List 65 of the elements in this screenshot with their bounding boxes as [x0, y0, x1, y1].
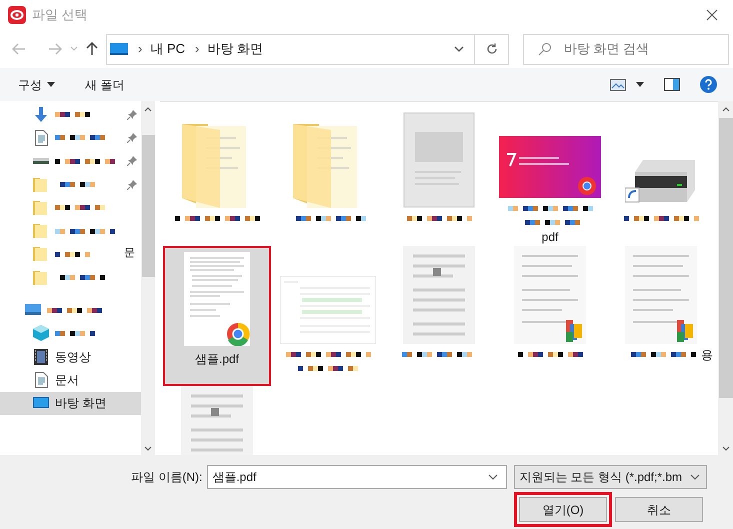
- sidebar-label: 바탕 화면: [55, 395, 106, 412]
- sidebar-label: 문서: [55, 372, 79, 389]
- breadcrumb[interactable]: 바탕 화면: [207, 39, 263, 59]
- sidebar-item[interactable]: 문서: [0, 368, 141, 392]
- cube-icon: [33, 325, 49, 342]
- app-logo-icon: [8, 6, 26, 24]
- folder-icon: [33, 200, 49, 216]
- file-item[interactable]: pdf: [496, 110, 604, 246]
- organize-menu[interactable]: 구성: [18, 76, 55, 94]
- cancel-button[interactable]: 취소: [615, 497, 703, 522]
- dropdown-caret-icon[interactable]: [488, 474, 498, 480]
- view-caret-icon[interactable]: [636, 82, 644, 87]
- folder-icon: [33, 246, 49, 262]
- breadcrumb[interactable]: 내 PC: [150, 39, 186, 59]
- help-icon[interactable]: [700, 76, 717, 93]
- monitor-icon: [25, 304, 41, 316]
- file-item[interactable]: 용: [607, 246, 715, 382]
- monitor-icon: [110, 42, 128, 56]
- download-icon: [34, 106, 48, 123]
- scroll-down-icon[interactable]: [144, 446, 152, 451]
- file-type-dropdown[interactable]: 지원되는 모든 형식 (*.pdf;*.bm: [514, 465, 708, 489]
- window-title: 파일 선택: [32, 6, 88, 24]
- breadcrumb-separator: ›: [195, 40, 200, 58]
- scroll-up-icon[interactable]: [144, 107, 152, 112]
- folder-icon: [33, 270, 49, 286]
- folder-icon: [33, 223, 49, 240]
- document-with-app-icon: [625, 246, 697, 344]
- scroll-up-icon[interactable]: [722, 107, 730, 112]
- open-button[interactable]: 열기(O): [519, 497, 607, 522]
- file-type-value: 지원되는 모든 형식 (*.pdf;*.bm: [519, 469, 682, 486]
- film-icon: [34, 348, 48, 365]
- close-icon: [706, 9, 718, 21]
- preview-pane-icon[interactable]: [664, 78, 680, 91]
- search-icon: [538, 42, 552, 56]
- scroll-down-icon[interactable]: [722, 446, 730, 451]
- sidebar-label: 동영상: [55, 348, 91, 366]
- sidebar-item[interactable]: 동영상: [0, 344, 141, 368]
- address-bar[interactable]: › 내 PC › 바탕 화면: [106, 34, 509, 64]
- breadcrumb-separator: ›: [138, 40, 142, 58]
- sidebar-item[interactable]: 문: [0, 242, 141, 266]
- refresh-icon[interactable]: [486, 43, 498, 55]
- file-name-fragment: 용: [701, 347, 713, 364]
- new-folder-button[interactable]: 새 폴더: [85, 76, 124, 94]
- caret-icon: [47, 82, 55, 87]
- file-name-fragment: pdf: [542, 229, 558, 246]
- monitor-icon: [33, 397, 49, 410]
- dropdown-caret-icon[interactable]: [454, 46, 464, 52]
- dropdown-caret-icon[interactable]: [690, 474, 700, 480]
- document-with-app-icon: [514, 246, 586, 344]
- drive-icon: [33, 157, 49, 166]
- sidebar-item[interactable]: 바탕 화면: [0, 392, 141, 415]
- filename-field[interactable]: 샘플.pdf: [207, 465, 508, 489]
- file-name: 샘플.pdf: [194, 351, 239, 368]
- file-item[interactable]: 샘플.pdf: [165, 248, 269, 384]
- search-field[interactable]: 바탕 화면 검색: [523, 34, 729, 64]
- up-arrow-icon[interactable]: [86, 42, 98, 56]
- folder-icon: [33, 176, 49, 193]
- document-icon: [34, 372, 48, 388]
- filename-label: 파일 이름(N):: [131, 469, 202, 486]
- filename-value: 샘플.pdf: [212, 469, 256, 486]
- document-icon: [34, 130, 48, 146]
- scrollbar-thumb[interactable]: [142, 135, 154, 277]
- search-placeholder: 바탕 화면 검색: [564, 40, 650, 58]
- view-icon[interactable]: [610, 78, 626, 90]
- scrollbar-thumb[interactable]: [718, 118, 732, 398]
